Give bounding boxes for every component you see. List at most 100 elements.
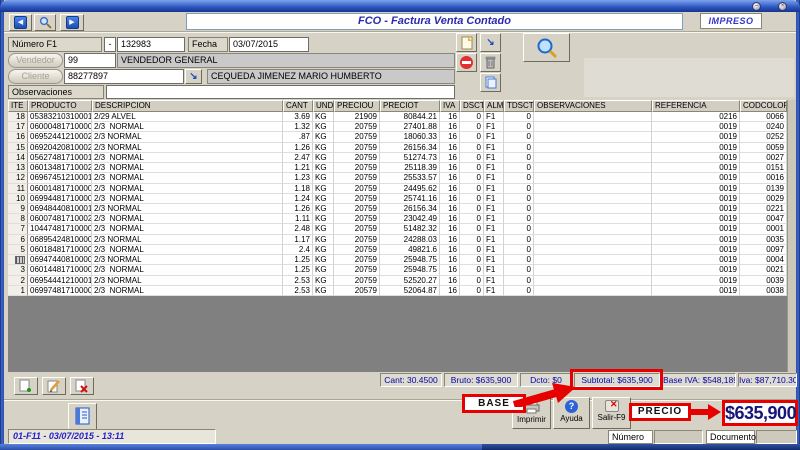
app-window: – × ◀ ▶ FCO - Factura Venta Contado IMPR… (0, 0, 800, 450)
search-icon (39, 16, 52, 29)
search-large-button[interactable] (523, 33, 570, 62)
cliente-code-input[interactable]: 88277897 (64, 69, 184, 84)
vendedor-button[interactable]: Vendedor (8, 53, 63, 68)
cell-preciot: 25948.75 (380, 255, 440, 265)
delete-row-button[interactable] (70, 377, 94, 395)
cell-alm: F1 (484, 122, 504, 132)
table-row[interactable]: 140562748171000112/3 NORMAL2.47KG2075951… (8, 153, 787, 163)
cell-codcolor: 0097 (740, 245, 787, 255)
client-lookup-icon: ↘ (189, 72, 197, 82)
cell-tdscto: 0 (504, 112, 534, 122)
cell-dsct: 0 (460, 214, 484, 224)
cell-dsct: 0 (460, 235, 484, 245)
cell-observaciones (534, 265, 652, 275)
cell-cant: 1.11 (283, 214, 313, 224)
close-icon[interactable]: × (778, 2, 787, 11)
table-row[interactable]: 60689542481000072/3 NORMAL1.17KG20759242… (8, 235, 787, 245)
cell-ite: 11 (8, 184, 28, 194)
cell-codcolor: 0252 (740, 132, 787, 142)
cell-iva: 16 (440, 214, 460, 224)
table-row[interactable]: 80600748171000202/3 NORMAL1.11KG20759230… (8, 214, 787, 224)
table-row[interactable]: 160695244121000252/3 NORMAL.87KG20759180… (8, 132, 787, 142)
vendedor-code-input[interactable]: 99 (64, 53, 116, 68)
forward-button[interactable]: ▶ (60, 14, 84, 31)
price-callout: $635,900 (722, 400, 798, 426)
cell-codcolor: 0038 (740, 286, 787, 296)
cell-observaciones (534, 255, 652, 265)
cell-producto: 056274817100011 (28, 153, 92, 163)
cell-observaciones (534, 132, 652, 142)
paste-button[interactable]: ↘ (480, 33, 501, 52)
delete-button[interactable] (480, 53, 501, 72)
table-row[interactable]: 100699448171000082/3 NORMAL1.24KG2075925… (8, 194, 787, 204)
table-row[interactable]: 180538321031000152/29 ALVEL3.69KG2190980… (8, 112, 787, 122)
table-row[interactable]: 120696745121000122/3 NORMAL1.23KG2075925… (8, 173, 787, 183)
cell-dsct: 0 (460, 265, 484, 275)
table-row[interactable]: 170600048171000012/3 NORMAL1.32KG2075927… (8, 122, 787, 132)
back-button[interactable]: ◀ (9, 14, 32, 31)
table-row[interactable]: 50601848171000022/3 NORMAL2.4KG207594982… (8, 245, 787, 255)
search-button[interactable] (34, 14, 56, 31)
cell-descripcion: 2/3 NORMAL (92, 286, 283, 296)
table-row[interactable]: 0694744081000062/3 NORMAL1.25KG207592594… (8, 255, 787, 265)
cell-und: KG (313, 163, 334, 173)
cell-preciot: 51482.32 (380, 224, 440, 234)
table-row[interactable]: 90694844081000182/3 NORMAL1.26KG20759261… (8, 204, 787, 214)
numero-input[interactable]: 132983 (117, 37, 185, 52)
document-button[interactable] (68, 403, 97, 430)
cell-preciou: 20759 (334, 255, 380, 265)
cell-descripcion: 2/3 NORMAL (92, 153, 283, 163)
minimize-icon[interactable]: – (752, 2, 761, 11)
cell-ite: 1 (8, 286, 28, 296)
observaciones-input[interactable] (106, 85, 455, 99)
cliente-lookup-button[interactable]: ↘ (185, 69, 202, 84)
add-row-button[interactable] (14, 377, 38, 395)
table-row[interactable]: 71044748171000012/3 NORMAL2.48KG20759514… (8, 224, 787, 234)
numero-separator-field[interactable]: - (104, 37, 116, 52)
table-header-row: ITEPRODUCTODESCRIPCIONCANTUNDPRECIOUPREC… (8, 100, 787, 112)
cell-cant: 1.32 (283, 122, 313, 132)
edit-row-button[interactable] (42, 377, 66, 395)
cell-referencia: 0019 (652, 132, 740, 142)
cell-observaciones (534, 184, 652, 194)
table-body: 180538321031000152/29 ALVEL3.69KG2190980… (8, 112, 787, 296)
table-row[interactable]: 20695444121000122/3 NORMAL2.53KG20759525… (8, 276, 787, 286)
fecha-input[interactable]: 03/07/2015 (229, 37, 309, 52)
documento-input[interactable] (756, 430, 797, 444)
cell-observaciones (534, 153, 652, 163)
cell-iva: 16 (440, 286, 460, 296)
cell-cant: 1.25 (283, 265, 313, 275)
table-row[interactable]: 30601448171000032/3 NORMAL1.25KG20759259… (8, 265, 787, 275)
col-header-preciou: PRECIOU (334, 100, 380, 112)
new-record-button[interactable] (456, 33, 477, 52)
table-row[interactable]: 10699748171000052/3 NORMAL2.53KG20579520… (8, 286, 787, 296)
cancel-button[interactable] (456, 53, 477, 72)
back-icon: ◀ (14, 16, 27, 29)
numero-doc-input[interactable] (654, 430, 703, 444)
table-row[interactable]: 130601348171000212/3 NORMAL1.21KG2075925… (8, 163, 787, 173)
page-title: FCO - Factura Venta Contado (186, 13, 683, 30)
cell-observaciones (534, 235, 652, 245)
cell-tdscto: 0 (504, 143, 534, 153)
cell-ite: 13 (8, 163, 28, 173)
cliente-button[interactable]: Cliente (8, 69, 63, 84)
vertical-scrollbar[interactable] (787, 100, 796, 372)
cell-producto: 069474408100006 (28, 255, 92, 265)
copy-icon (485, 76, 497, 89)
exit-button[interactable]: Salir-F9 (592, 397, 631, 429)
cell-tdscto: 0 (504, 122, 534, 132)
table-row[interactable]: 110600148171000062/3 NORMAL1.18KG2075924… (8, 184, 787, 194)
cell-observaciones (534, 224, 652, 234)
cell-cant: 1.26 (283, 143, 313, 153)
copy-button[interactable] (480, 73, 501, 92)
cell-descripcion: 2/3 NORMAL (92, 194, 283, 204)
row-pointer-icon (15, 256, 25, 264)
cell-descripcion: 2/3 NORMAL (92, 276, 283, 286)
cell-dsct: 0 (460, 224, 484, 234)
cell-und: KG (313, 276, 334, 286)
cell-alm: F1 (484, 163, 504, 173)
cell-preciou: 20759 (334, 153, 380, 163)
cell-codcolor: 0027 (740, 153, 787, 163)
cell-descripcion: 2/29 ALVEL (92, 112, 283, 122)
table-row[interactable]: 150692042081000232/3 NORMAL1.26KG2075926… (8, 143, 787, 153)
